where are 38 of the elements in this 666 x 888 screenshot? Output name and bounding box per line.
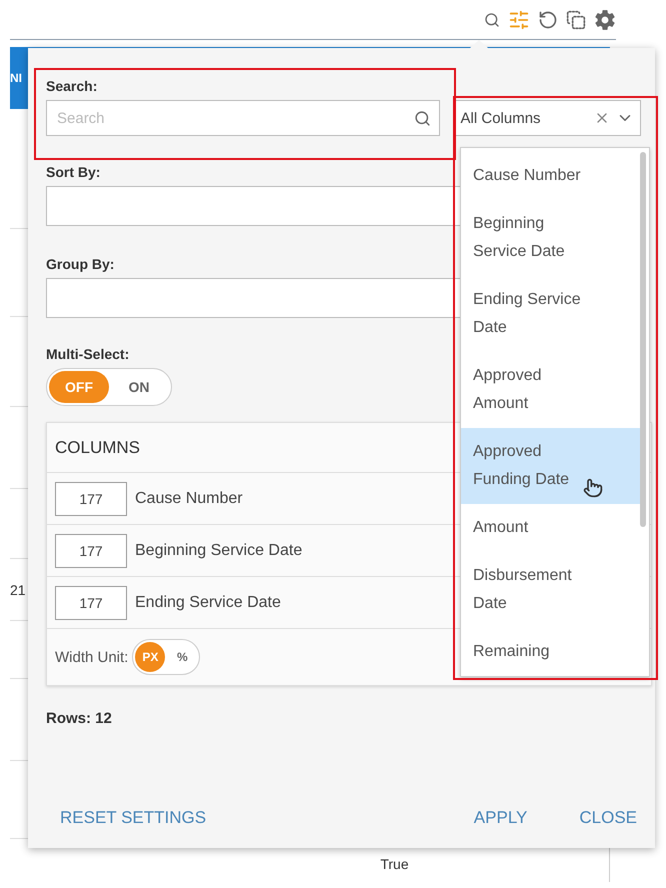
width-field[interactable]: 177	[55, 534, 127, 568]
search-input[interactable]: Search	[55, 108, 414, 128]
copy-icon[interactable]	[566, 10, 586, 30]
width-field[interactable]: 177	[55, 482, 127, 516]
apply-button[interactable]: APPLY	[474, 808, 528, 828]
rows-count: Rows: 12	[46, 710, 113, 727]
column-header: NI	[10, 53, 30, 109]
column-name: Beginning Service Date	[135, 542, 302, 560]
dropdown-option[interactable]: Beginning Service Date	[461, 200, 643, 276]
width-unit-label: Width Unit:	[55, 648, 128, 666]
dropdown-option[interactable]: Remaining	[461, 628, 643, 676]
dropdown-option[interactable]: Ending Service Date	[461, 276, 643, 352]
dropdown-option[interactable]: Disbursement Date	[461, 552, 643, 628]
multi-select-toggle[interactable]: OFF ON	[46, 368, 172, 406]
search-icon	[414, 110, 431, 126]
column-name: Cause Number	[135, 490, 243, 508]
width-field[interactable]: 177	[55, 586, 127, 620]
table-cell: True	[380, 856, 409, 872]
field-label: Search:	[46, 78, 98, 94]
search-icon[interactable]	[484, 12, 500, 28]
close-button[interactable]: CLOSE	[579, 808, 637, 828]
settings-icon[interactable]	[594, 8, 616, 30]
field-label: Sort By:	[46, 164, 100, 180]
field-label: Group By:	[46, 256, 114, 272]
dropdown-option[interactable]: Approved Funding Date	[461, 428, 643, 504]
field-label: Multi-Select:	[46, 346, 130, 362]
unit-option[interactable]: %	[167, 642, 198, 672]
hand-cursor-icon	[583, 478, 603, 498]
column-select[interactable]: All Columns	[454, 100, 641, 136]
reset-settings-button[interactable]: RESET SETTINGS	[60, 808, 206, 828]
dropdown-option[interactable]: Amount	[461, 504, 643, 552]
table-cell: 21	[10, 582, 26, 598]
search-field[interactable]: Search	[46, 100, 440, 136]
scrollbar[interactable]	[640, 152, 646, 527]
column-name: Ending Service Date	[135, 594, 281, 612]
dropdown-option[interactable]: Cause Number	[461, 152, 643, 200]
sliders-icon[interactable]	[508, 8, 530, 30]
refresh-icon[interactable]	[538, 10, 558, 30]
